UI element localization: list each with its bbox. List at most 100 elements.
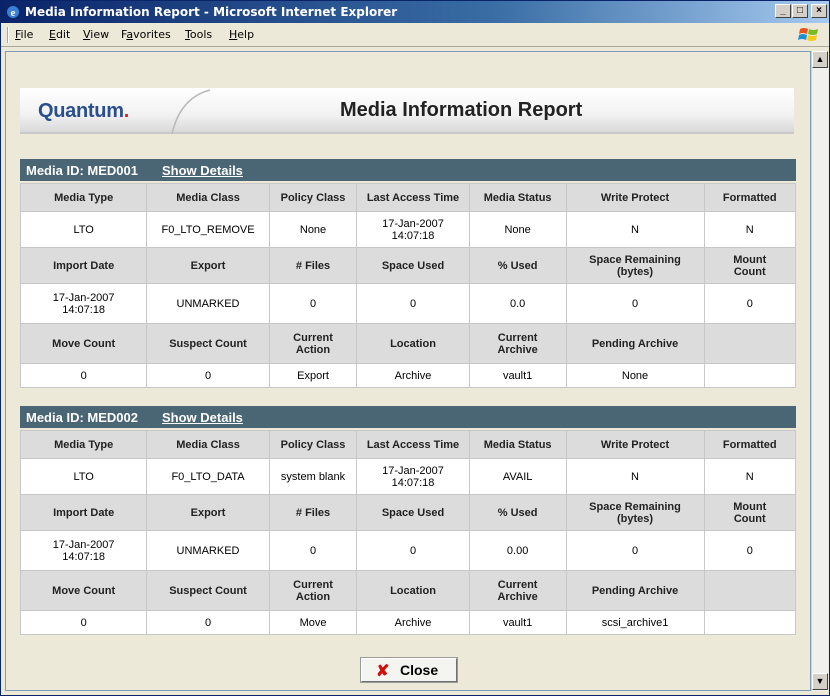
column-header: Media Status [468,183,567,212]
menu-help[interactable]: Help [229,28,254,41]
table-cell: scsi_archive1 [565,610,705,635]
column-header: Policy Class [268,430,358,459]
column-header: Mount Count [703,494,796,531]
table-row: 17-Jan-2007 14:07:18 UNMARKED 0 0 0.00 0 0 [19,530,796,571]
column-header: Suspect Count [146,323,270,364]
column-header: Policy Class [268,183,358,212]
page-viewport: Quantum. Media Information Report Media … [5,51,811,691]
table-cell: UNMARKED [146,283,270,324]
column-header: Space Used [356,247,470,284]
table-cell: Move [268,610,358,635]
menu-edit[interactable]: Edit [49,28,70,41]
column-header: # Files [268,247,358,284]
table-cell: 0 [268,283,358,324]
table-cell: 17-Jan-2007 14:07:18 [356,211,470,248]
table-cell: UNMARKED [146,530,270,571]
column-header: Move Count [19,323,148,364]
table-cell: N [565,458,705,495]
table-cell: 0 [19,363,148,388]
column-header: Space Used [356,494,470,531]
column-header: Media Class [146,183,270,212]
menu-bar: File Edit View Favorites Tools Help [1,23,829,47]
table-header-row: Import Date Export # Files Space Used% Used… [19,247,796,284]
menu-view[interactable]: View [83,28,109,41]
table-cell: F0_LTO_DATA [146,458,270,495]
table-header-row: Media Type Media Class Policy Class Last Ac… [19,430,796,459]
table-cell: F0_LTO_REMOVE [146,211,270,248]
column-header: Last Access Time [356,183,470,212]
media-bar-med001: Media ID: MED001 Show Details [20,159,796,181]
title-bar[interactable]: e Media Information Report - Microsoft I… [1,1,829,23]
media-id-label: Media ID: MED002 [26,410,138,425]
minimize-button[interactable]: _ [775,4,791,18]
column-header: Current Action [268,570,358,611]
column-header: Location [356,570,470,611]
column-header: Media Status [468,430,567,459]
report-header: Quantum. Media Information Report [20,88,794,134]
column-header: Move Count [19,570,148,611]
table-cell: system blank [268,458,358,495]
table-header-row: Move Count Suspect Count Current Action Loca… [19,323,796,364]
ie-icon: e [7,6,19,19]
column-header: Current Archive [468,570,567,611]
table-cell: 0 [703,283,796,324]
table-cell: 0 [146,610,270,635]
column-header: Location [356,323,470,364]
column-header: Pending Archive [565,570,705,611]
column-header: Export [146,247,270,284]
scroll-up-button[interactable]: ▲ [812,51,828,68]
table-cell: 17-Jan-2007 14:07:18 [19,530,148,571]
table-cell: None [565,363,705,388]
table-header-row: Move Count Suspect Count Current Action Loca… [19,570,796,611]
media-bar-med002: Media ID: MED002 Show Details [20,406,796,428]
close-button[interactable]: ✘ Close [360,657,458,683]
column-header: Media Type [19,183,148,212]
table-cell: vault1 [468,363,567,388]
table-cell: N [703,458,796,495]
column-header: Write Protect [565,430,705,459]
media-id-label: Media ID: MED001 [26,163,138,178]
menu-favorites[interactable]: Favorites [121,28,171,41]
toolbar-grip[interactable] [7,27,9,43]
table-cell: 17-Jan-2007 14:07:18 [19,283,148,324]
table-cell: 0 [268,530,358,571]
menu-file[interactable]: File [15,28,33,41]
table-cell: 0 [146,363,270,388]
table-cell: vault1 [468,610,567,635]
column-header [703,570,796,611]
scroll-down-button[interactable]: ▼ [812,673,828,690]
table-cell: 0.0 [468,283,567,324]
column-header: Last Access Time [356,430,470,459]
header-swoosh [171,89,210,134]
table-cell: N [565,211,705,248]
vertical-scrollbar[interactable]: ▲ ▼ [811,51,828,691]
table-cell: N [703,211,796,248]
report-page: Quantum. Media Information Report Media … [6,52,810,690]
table-cell: 0 [565,530,705,571]
show-details-link[interactable]: Show Details [162,163,243,178]
table-row: 0 0 Export Archive vault1 None [19,363,796,388]
table-cell [703,363,796,388]
column-header: Suspect Count [146,570,270,611]
report-title: Media Information Report [340,99,583,121]
table-cell: 0 [356,283,470,324]
maximize-button[interactable]: □ [792,4,808,18]
quantum-logo: Quantum. [38,100,129,122]
table-row: 0 0 Move Archive vault1 scsi_archive1 [19,610,796,635]
table-cell: 0 [19,610,148,635]
column-header: Current Archive [468,323,567,364]
table-header-row: Media Type Media Class Policy Class Last Ac… [19,183,796,212]
menu-tools[interactable]: Tools [185,28,212,41]
table-cell: None [268,211,358,248]
column-header [703,323,796,364]
column-header: Mount Count [703,247,796,284]
column-header: Media Class [146,430,270,459]
browser-window: e Media Information Report - Microsoft I… [0,0,830,696]
table-cell [703,610,796,635]
column-header: Current Action [268,323,358,364]
column-header: Formatted [703,430,796,459]
close-window-button[interactable]: × [811,4,827,18]
show-details-link[interactable]: Show Details [162,410,243,425]
media-table-med001: Media Type Media Class Policy Class Last Ac… [19,183,796,388]
table-row: LTO F0_LTO_REMOVE None 17-Jan-2007 14:07:18 N… [19,211,796,248]
